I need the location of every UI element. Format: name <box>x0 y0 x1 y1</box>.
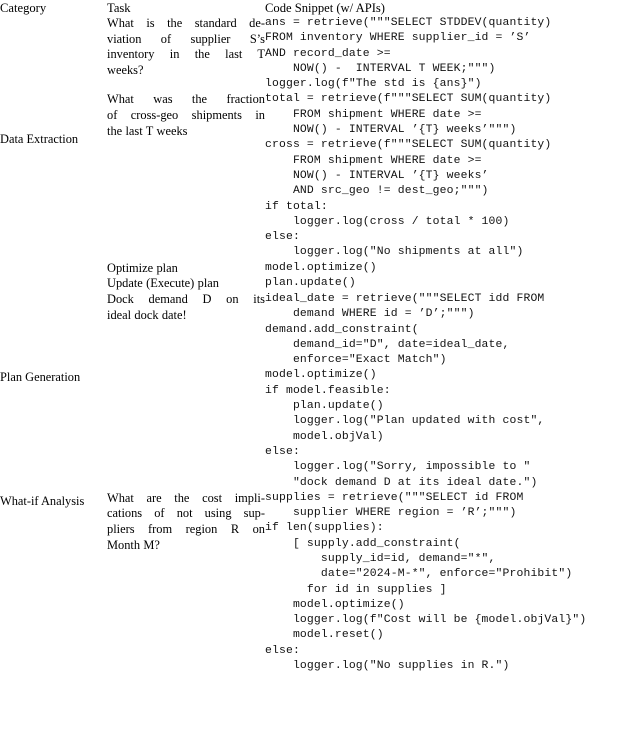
task-line: ideal dock date! <box>107 307 187 322</box>
category-label: What-if Analysis <box>0 493 85 508</box>
code-snippet: total = retrieve(f"""SELECT SUM(quantity… <box>265 93 552 259</box>
task-line: cations of not using sup- <box>107 506 265 521</box>
category-cell: What-if Analysis <box>0 491 107 675</box>
table-row: Plan Generation Optimize plan model.optimi… <box>0 261 640 384</box>
code-cell: ans = retrieve("""SELECT STDDEV(quantity… <box>265 16 640 92</box>
task-line: Month M? <box>107 537 160 552</box>
task-line: What is the standard de- <box>107 16 265 30</box>
task-line: What was the fraction <box>107 92 265 107</box>
category-cell: Data Extraction <box>0 16 107 261</box>
code-cell: ideal_date = retrieve("""SELECT idd FROM… <box>265 292 640 491</box>
task-text: What are the cost impli-cations of not u… <box>107 491 265 553</box>
task-text: Update (Execute) plan <box>107 276 265 292</box>
code-snippet: ans = retrieve("""SELECT STDDEV(quantity… <box>265 17 552 91</box>
task-text: Optimize plan <box>107 261 265 277</box>
column-header-category: Category <box>0 1 47 15</box>
task-text: What is the standard de-viation of suppl… <box>107 16 265 78</box>
task-line: the last T weeks <box>107 123 188 138</box>
category-label: Data Extraction <box>0 132 79 147</box>
task-line: inventory in the last T <box>107 47 265 62</box>
task-line: Update (Execute) plan <box>107 276 219 291</box>
task-line: viation of supplier S’s <box>107 31 265 46</box>
category-label: Plan Generation <box>0 369 81 384</box>
task-line: Dock demand D on its <box>107 291 265 306</box>
column-header-code: Code Snippet (w/ APIs) <box>265 1 385 15</box>
task-cell: What was the fraction of cross-geo shipme… <box>107 92 265 260</box>
code-cell: model.optimize() <box>265 261 640 277</box>
code-snippet: ideal_date = retrieve("""SELECT idd FROM… <box>265 292 545 489</box>
code-cell: total = retrieve(f"""SELECT SUM(quantity… <box>265 92 640 260</box>
code-snippet: supplies = retrieve("""SELECT id FROM su… <box>265 491 587 673</box>
table-header-row: Category Task Code Snippet (w/ APIs) <box>0 0 640 16</box>
task-line: of cross-geo shipments in <box>107 108 265 123</box>
task-cell: What are the cost impli-cations of not u… <box>107 491 265 675</box>
task-cell: Optimize plan <box>107 261 265 277</box>
code-snippet: model.optimize() <box>265 261 377 274</box>
task-cell: Dock demand D on its ideal dock date! <box>107 292 265 491</box>
code-cell: plan.update() <box>265 276 640 292</box>
column-header-task: Task <box>107 1 131 15</box>
task-line: pliers from region R on <box>107 521 265 536</box>
task-line: Optimize plan <box>107 260 178 275</box>
task-code-table: Category Task Code Snippet (w/ APIs) Data E… <box>0 0 640 674</box>
task-cell: What is the standard de-viation of suppl… <box>107 16 265 92</box>
task-text: What was the fraction of cross-geo shipme… <box>107 92 265 139</box>
task-text: Dock demand D on its ideal dock date! <box>107 292 265 323</box>
table-row: What-if Analysis What are the cost impli-… <box>0 491 640 675</box>
code-cell: supplies = retrieve("""SELECT id FROM su… <box>265 491 640 675</box>
task-line: weeks? <box>107 62 144 77</box>
table-row: Data Extraction What is the standard de-v… <box>0 16 640 146</box>
task-line: What are the cost impli- <box>107 490 265 505</box>
code-snippet: plan.update() <box>265 277 356 290</box>
task-cell: Update (Execute) plan <box>107 276 265 292</box>
category-cell: Plan Generation <box>0 261 107 491</box>
paper-table-container: Category Task Code Snippet (w/ APIs) Data E… <box>0 0 640 674</box>
